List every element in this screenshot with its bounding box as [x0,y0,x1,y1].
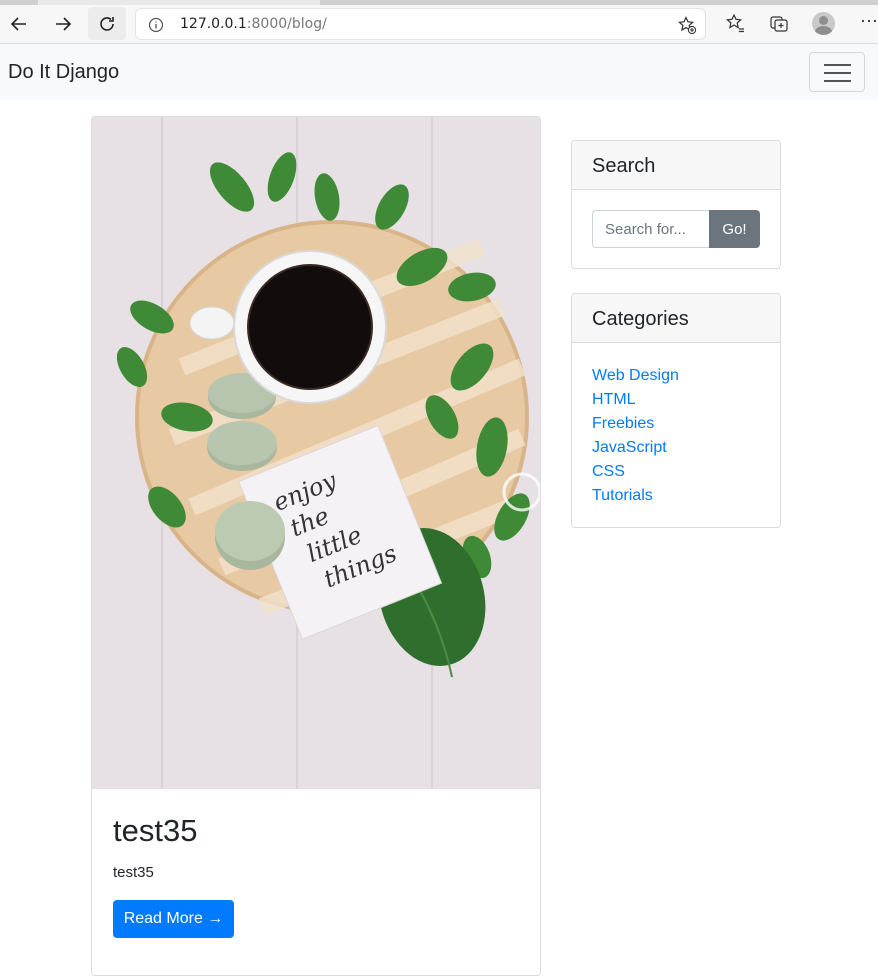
post-title[interactable]: test35 [113,813,197,849]
arrow-right-icon [56,17,72,31]
reload-icon-wrap[interactable] [93,10,121,38]
avatar-body [815,26,832,35]
navbar-brand[interactable]: Do It Django [8,61,119,84]
tab-edge [320,0,878,5]
categories-list: Web Design HTML Freebies JavaScript CSS … [572,343,780,508]
browser-toolbar: 127.0.0.1:8000/blog/ ⋯ [0,0,878,44]
categories-widget: Categories Web Design HTML Freebies Java… [571,293,781,528]
address-url[interactable]: 127.0.0.1:8000/blog/ [180,16,327,32]
address-bar[interactable]: 127.0.0.1:8000/blog/ [135,8,706,40]
tab-edge [0,0,38,5]
search-go-button[interactable]: Go! [709,210,760,248]
back-button[interactable] [5,10,33,38]
more-menu-icon[interactable]: ⋯ [860,11,878,32]
tab-strip [0,0,878,5]
collections-icon[interactable] [768,12,790,34]
search-widget: Search Search for... Go! [571,140,781,269]
hamburger-line [824,64,851,66]
arrow-left-icon [10,17,26,31]
favorites-icon[interactable] [724,12,746,34]
category-link[interactable]: JavaScript [592,436,760,460]
category-link[interactable]: HTML [592,388,760,412]
coffee-photo: enjoythelittlethings [92,117,540,789]
categories-widget-title: Categories [572,294,780,343]
search-widget-title: Search [572,141,780,190]
site-navbar: Do It Django [0,44,878,100]
reload-icon [100,17,114,31]
forward-button[interactable] [49,10,77,38]
search-input[interactable]: Search for... [592,210,710,248]
avatar-head [819,16,828,25]
info-icon[interactable] [148,17,164,33]
navbar-toggler-button[interactable] [809,52,865,92]
add-favorite-icon[interactable] [677,15,697,35]
hamburger-line [824,80,851,82]
category-link[interactable]: Web Design [592,364,760,388]
hamburger-line [824,72,851,74]
post-card: enjoy the little things test35 test35 Read … [91,116,541,976]
url-path: :8000/blog/ [246,16,327,32]
post-excerpt: test35 [113,864,154,881]
read-more-button[interactable]: Read More → [113,900,234,938]
url-host: 127.0.0.1 [180,16,247,32]
post-image[interactable]: enjoy the little things [92,117,540,789]
category-link[interactable]: CSS [592,460,760,484]
category-link[interactable]: Tutorials [592,484,760,508]
category-link[interactable]: Freebies [592,412,760,436]
profile-avatar[interactable] [812,12,835,35]
